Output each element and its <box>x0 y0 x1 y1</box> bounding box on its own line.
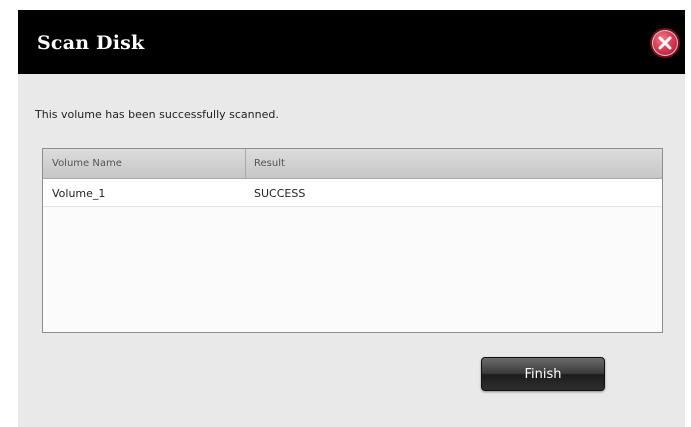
finish-button-label: Finish <box>524 367 562 382</box>
table-row[interactable]: Volume_1 SUCCESS <box>43 179 662 207</box>
volume-name-cell: Volume_1 <box>52 187 106 200</box>
finish-button[interactable]: Finish <box>481 357 605 391</box>
dialog-title: Scan Disk <box>37 32 145 54</box>
column-header-result[interactable]: Result <box>254 158 285 169</box>
scan-disk-dialog: Scan Disk This volume has been successfu… <box>18 10 685 427</box>
result-cell: SUCCESS <box>254 187 306 200</box>
close-icon <box>658 36 672 50</box>
table-header: Volume Name Result <box>43 149 662 179</box>
column-divider <box>245 149 246 179</box>
column-header-volume-name[interactable]: Volume Name <box>52 158 122 169</box>
results-table: Volume Name Result Volume_1 SUCCESS <box>42 148 663 333</box>
close-button[interactable] <box>652 30 678 56</box>
dialog-title-bar: Scan Disk <box>18 10 685 74</box>
status-message: This volume has been successfully scanne… <box>35 108 279 121</box>
page: Scan Disk This volume has been successfu… <box>0 0 691 427</box>
